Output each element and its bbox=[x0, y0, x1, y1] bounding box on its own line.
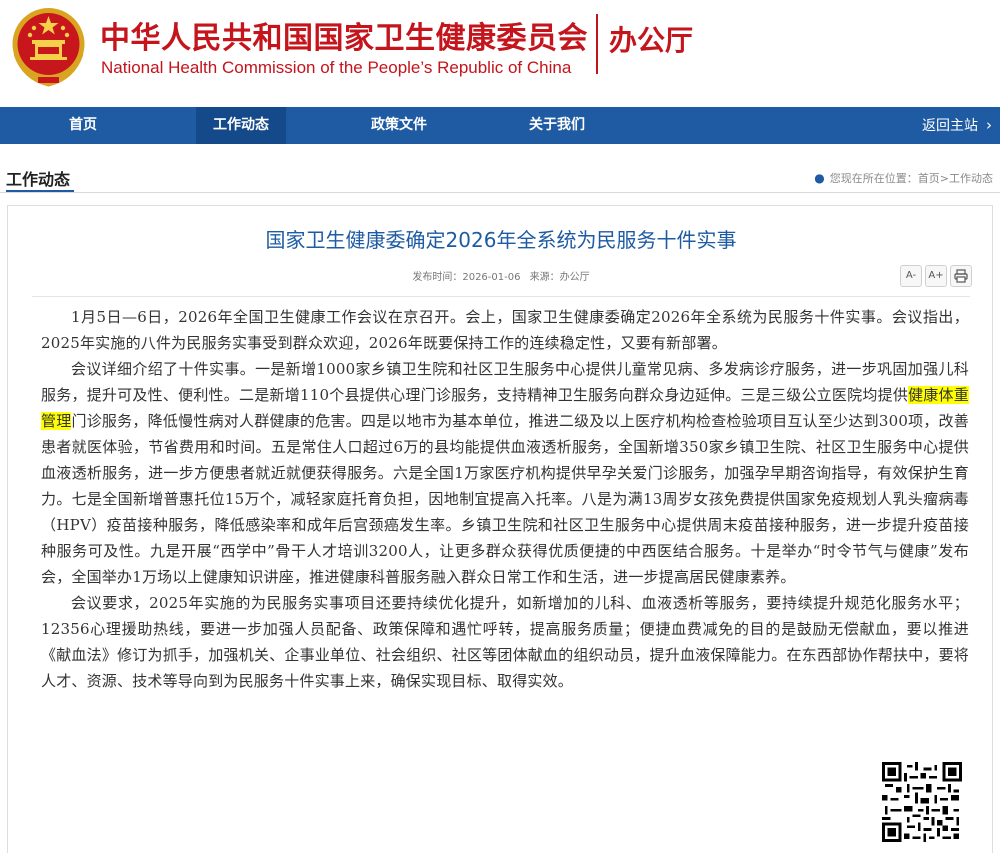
print-button[interactable] bbox=[950, 265, 972, 287]
paragraph-text: 会议详细介绍了十件实事。一是新增1000家乡镇卫生院和社区卫生服务中心提供儿童常… bbox=[41, 360, 969, 404]
chevron-right-icon: › bbox=[986, 116, 992, 134]
back-to-main-site-link[interactable]: 返回主站 › bbox=[922, 107, 992, 144]
article-container: 国家卫生健康委确定2026年全系统为民服务十件实事 发布时间：2026-01-0… bbox=[7, 205, 993, 853]
breadcrumb-home-link[interactable]: 首页 bbox=[918, 172, 940, 185]
breadcrumb-separator: > bbox=[939, 172, 949, 185]
location-pin-icon: ● bbox=[814, 171, 825, 185]
article-meta: 发布时间：2026-01-06 来源：办公厅 bbox=[8, 268, 994, 283]
font-larger-button[interactable]: A+ bbox=[925, 265, 947, 287]
site-header: 中华人民共和国国家卫生健康委员会 National Health Commiss… bbox=[0, 0, 1000, 107]
meta-divider bbox=[32, 296, 970, 297]
back-to-main-site-label: 返回主站 bbox=[922, 118, 978, 134]
paragraph-text: 门诊服务，降低慢性病对人群健康的危害。四是以地市为基本单位，推进二级及以上医疗机… bbox=[41, 412, 969, 586]
article-title: 国家卫生健康委确定2026年全系统为民服务十件实事 bbox=[265, 228, 737, 252]
section-divider bbox=[0, 192, 1000, 193]
print-icon bbox=[954, 269, 968, 283]
nav-item-policy-docs[interactable]: 政策文件 bbox=[371, 107, 427, 144]
nav-item-work-news[interactable]: 工作动态 bbox=[196, 107, 286, 144]
qr-code-icon bbox=[882, 762, 962, 842]
publish-date-value: 2026-01-06 bbox=[462, 272, 521, 283]
breadcrumb-current[interactable]: 工作动态 bbox=[949, 172, 993, 185]
header-divider bbox=[596, 14, 598, 74]
article-paragraph: 会议要求，2025年实施的为民服务实事项目还要持续优化提升，如新增加的儿科、血液… bbox=[41, 594, 969, 690]
article-paragraph: 会议详细介绍了十件实事。一是新增1000家乡镇卫生院和社区卫生服务中心提供儿童常… bbox=[41, 356, 969, 590]
main-nav: 首页 工作动态 政策文件 关于我们 返回主站 › bbox=[0, 107, 1000, 144]
nav-item-about-us[interactable]: 关于我们 bbox=[529, 107, 585, 144]
section-header: 工作动态 ● 您现在所在位置：首页>工作动态 bbox=[0, 158, 1000, 194]
publish-label: 发布时间： bbox=[412, 272, 463, 283]
breadcrumb: ● 您现在所在位置：首页>工作动态 bbox=[814, 170, 993, 186]
section-title: 工作动态 bbox=[6, 170, 71, 189]
source-value: 办公厅 bbox=[559, 272, 590, 283]
publish-date: 发布时间：2026-01-06 bbox=[412, 272, 520, 283]
article-paragraph: 1月5日—6日，2026年全国卫生健康工作会议在京召开。会上，国家卫生健康委确定… bbox=[41, 308, 969, 352]
source-label: 来源： bbox=[529, 272, 560, 283]
org-name-en: National Health Commission of the People… bbox=[101, 58, 572, 77]
font-smaller-button[interactable]: A- bbox=[900, 265, 922, 287]
article-body: 1月5日—6日，2026年全国卫生健康工作会议在京召开。会上，国家卫生健康委确定… bbox=[41, 304, 969, 694]
source: 来源：办公厅 bbox=[530, 272, 590, 283]
office-name: 办公厅 bbox=[609, 24, 694, 57]
breadcrumb-prefix: 您现在所在位置： bbox=[829, 172, 918, 185]
article-tools: A- A+ bbox=[900, 265, 972, 287]
org-name-cn: 中华人民共和国国家卫生健康委员会 bbox=[100, 21, 588, 56]
national-emblem-icon bbox=[12, 8, 85, 87]
nav-item-home[interactable]: 首页 bbox=[69, 107, 97, 144]
